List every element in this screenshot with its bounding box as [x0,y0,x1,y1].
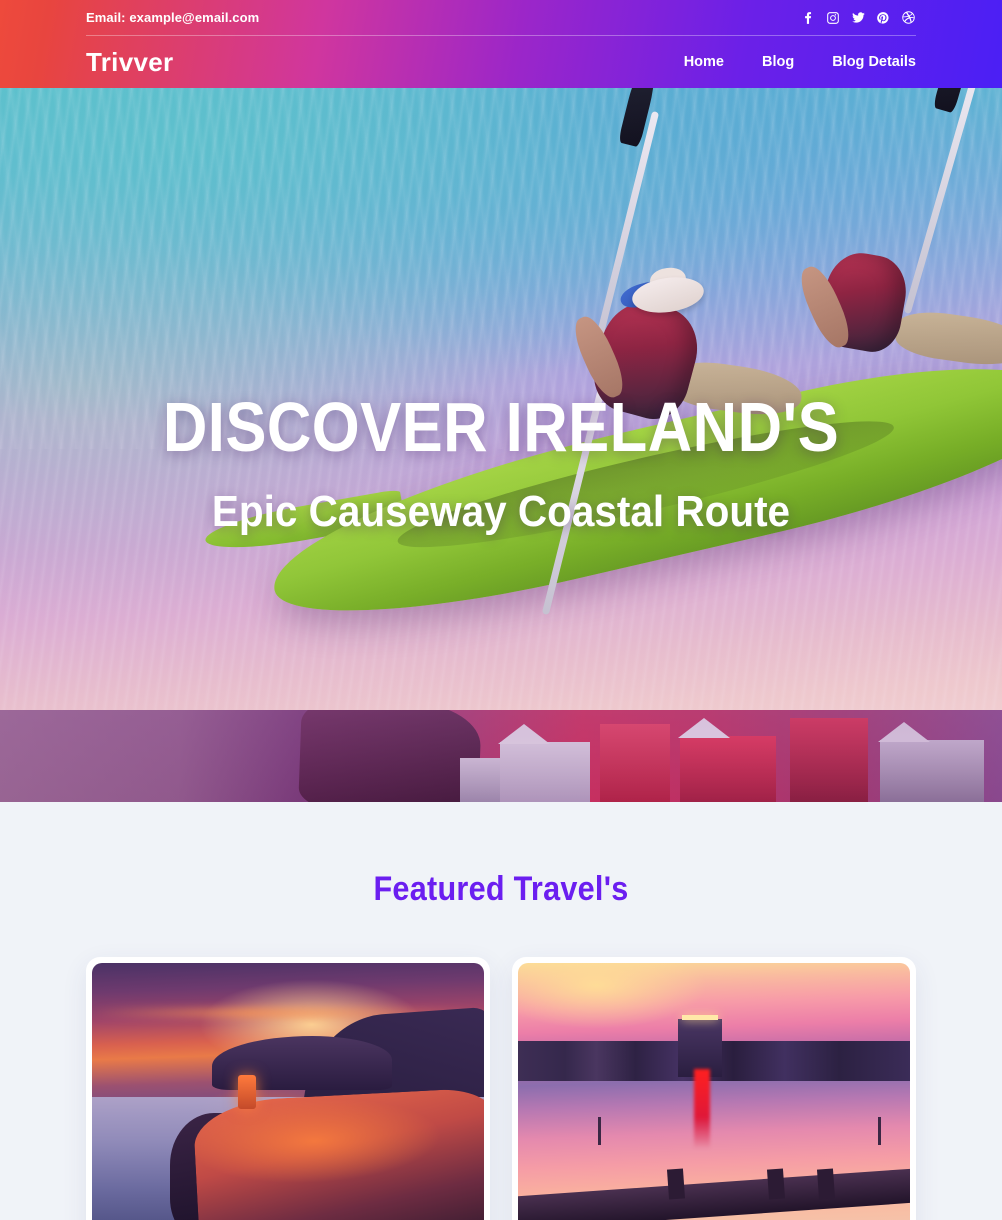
instagram-icon[interactable] [825,10,841,26]
dribbble-icon[interactable] [900,10,916,26]
pinterest-icon[interactable] [875,10,891,26]
card-thumbnail[interactable] [92,963,484,1220]
featured-travels-section: Featured Travel's Prison Shares Rise As … [0,802,1002,1220]
coastal-strip-overlay [0,710,1002,802]
card-thumbnail[interactable] [518,963,910,1220]
lit-building [678,1015,722,1077]
dock-plank [816,1168,836,1200]
nav-item-home[interactable]: Home [684,54,724,70]
hero-copy: DISCOVER IRELAND'S Epic Causeway Coastal… [0,392,1002,534]
twitter-icon[interactable] [850,10,866,26]
lit-tower [238,1075,256,1109]
coastal-town [192,1087,484,1220]
contact-email[interactable]: Email: example@email.com [86,10,259,25]
facebook-icon[interactable] [800,10,816,26]
site-logo[interactable]: Trivver [86,49,173,75]
top-info-bar: Email: example@email.com [0,0,1002,35]
hero-title: DISCOVER IRELAND'S [162,388,840,466]
featured-card[interactable]: Prison Shares Rise As U.S. Eyes More Mig… [86,957,490,1220]
wooden-dock [518,1167,910,1220]
nav-item-blog-details[interactable]: Blog Details [832,54,916,70]
hero-banner: DISCOVER IRELAND'S Epic Causeway Coastal… [0,88,1002,710]
hero-subtitle: Epic Causeway Coastal Route [211,487,791,536]
dock-plank [766,1168,786,1200]
featured-cards-row: Prison Shares Rise As U.S. Eyes More Mig… [0,909,1002,1220]
site-header: Email: example@email.com Trivver Home Bl… [0,0,1002,88]
social-links [800,10,916,26]
water-post [878,1117,881,1145]
nav-links: Home Blog Blog Details [684,54,916,70]
header-divider [86,35,916,36]
main-navbar: Trivver Home Blog Blog Details [0,35,1002,88]
water-post [598,1117,601,1145]
coastal-village-strip [0,710,1002,802]
nav-item-blog[interactable]: Blog [762,54,794,70]
section-title: Featured Travel's [373,870,629,908]
featured-card[interactable]: Mexican Airline Volaris Offers Free Flig… [512,957,916,1220]
light-reflection [694,1069,710,1150]
dock-plank [666,1168,686,1200]
